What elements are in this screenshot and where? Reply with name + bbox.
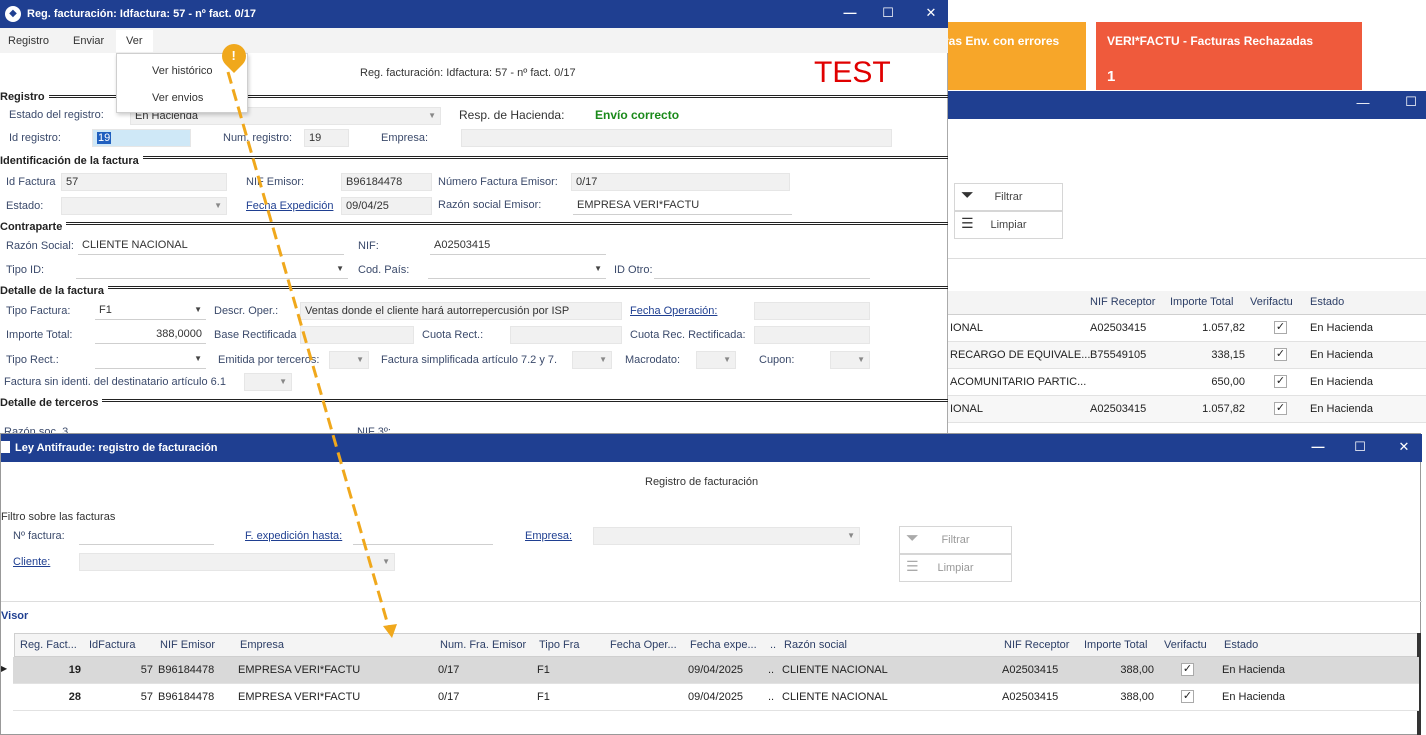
cell-fecha-expe: 09/04/2025 bbox=[688, 664, 744, 676]
bg-cell-total: 650,00 bbox=[1211, 376, 1245, 388]
bg-cell-verifactu-checkbox[interactable]: ✓ bbox=[1274, 321, 1287, 334]
registry-table-row[interactable]: 28 57 B96184478 EMPRESA VERI*FACTU 0/17 … bbox=[13, 684, 1419, 711]
cell-reg: 19 bbox=[68, 664, 81, 676]
cell-nif-receptor: A02503415 bbox=[1002, 664, 1059, 676]
bg-table-row[interactable]: IONAL A02503415 1.057,82 ✓ En Hacienda bbox=[948, 315, 1426, 342]
cell-razon-social: CLIENTE NACIONAL bbox=[782, 664, 888, 676]
bg-table-row[interactable]: ACOMUNITARIO PARTIC... 650,00 ✓ En Hacie… bbox=[948, 369, 1426, 396]
cell-importe-total: 388,00 bbox=[1120, 691, 1154, 703]
bg-cell-verifactu-checkbox[interactable]: ✓ bbox=[1274, 402, 1287, 415]
bg-cell-verifactu-checkbox[interactable]: ✓ bbox=[1274, 348, 1287, 361]
bg-cell-nif: A02503415 bbox=[1090, 322, 1147, 334]
cell-tipo-fra: F1 bbox=[537, 664, 550, 676]
cell-num-fra: 0/17 bbox=[438, 691, 460, 703]
cell-fecha-expe: 09/04/2025 bbox=[688, 691, 744, 703]
cell-razon-social: CLIENTE NACIONAL bbox=[782, 691, 888, 703]
cell-dots: .. bbox=[768, 691, 775, 703]
annotation-dashed-line bbox=[226, 71, 392, 633]
row-pointer-icon: ▶ bbox=[1, 664, 8, 673]
cell-importe-total: 388,00 bbox=[1120, 664, 1154, 676]
cell-num-fra: 0/17 bbox=[438, 664, 460, 676]
cell-idfactura: 57 bbox=[140, 691, 153, 703]
bg-table-row[interactable]: IONAL A02503415 1.057,82 ✓ En Hacienda bbox=[948, 396, 1426, 423]
bg-cell-total: 1.057,82 bbox=[1202, 403, 1245, 415]
cell-tipo-fra: F1 bbox=[537, 691, 550, 703]
cell-idfactura: 57 bbox=[140, 664, 153, 676]
cell-estado: En Hacienda bbox=[1222, 691, 1285, 703]
cell-empresa: EMPRESA VERI*FACTU bbox=[238, 664, 361, 676]
bg-cell-nif: B75549105 bbox=[1090, 349, 1147, 361]
annotation-arrowhead bbox=[383, 624, 397, 638]
bg-cell-total: 338,15 bbox=[1211, 349, 1245, 361]
cell-nif-emisor: B96184478 bbox=[158, 664, 215, 676]
cell-verifactu-checkbox[interactable]: ✓ bbox=[1181, 663, 1194, 676]
bg-cell-estado: En Hacienda bbox=[1310, 376, 1373, 388]
bg-cell-estado: En Hacienda bbox=[1310, 403, 1373, 415]
cell-empresa: EMPRESA VERI*FACTU bbox=[238, 691, 361, 703]
cell-nif-receptor: A02503415 bbox=[1002, 691, 1059, 703]
bg-cell-name: RECARGO DE EQUIVALE... bbox=[950, 349, 1091, 361]
bg-cell-name: IONAL bbox=[950, 403, 984, 415]
bg-cell-verifactu-checkbox[interactable]: ✓ bbox=[1274, 375, 1287, 388]
cell-verifactu-checkbox[interactable]: ✓ bbox=[1181, 690, 1194, 703]
bg-cell-estado: En Hacienda bbox=[1310, 322, 1373, 334]
cell-dots: .. bbox=[768, 664, 775, 676]
registry-table-row[interactable]: ▶ 19 57 B96184478 EMPRESA VERI*FACTU 0/1… bbox=[1, 657, 1419, 684]
bg-cell-estado: En Hacienda bbox=[1310, 349, 1373, 361]
bg-cell-name: ACOMUNITARIO PARTIC... bbox=[950, 376, 1087, 388]
cell-reg: 28 bbox=[68, 691, 81, 703]
bg-cell-total: 1.057,82 bbox=[1202, 322, 1245, 334]
bg-table-row[interactable]: RECARGO DE EQUIVALE... B75549105 338,15 … bbox=[948, 342, 1426, 369]
bg-cell-nif: A02503415 bbox=[1090, 403, 1147, 415]
cell-nif-emisor: B96184478 bbox=[158, 691, 215, 703]
cell-estado: En Hacienda bbox=[1222, 664, 1285, 676]
bg-cell-name: IONAL bbox=[950, 322, 984, 334]
